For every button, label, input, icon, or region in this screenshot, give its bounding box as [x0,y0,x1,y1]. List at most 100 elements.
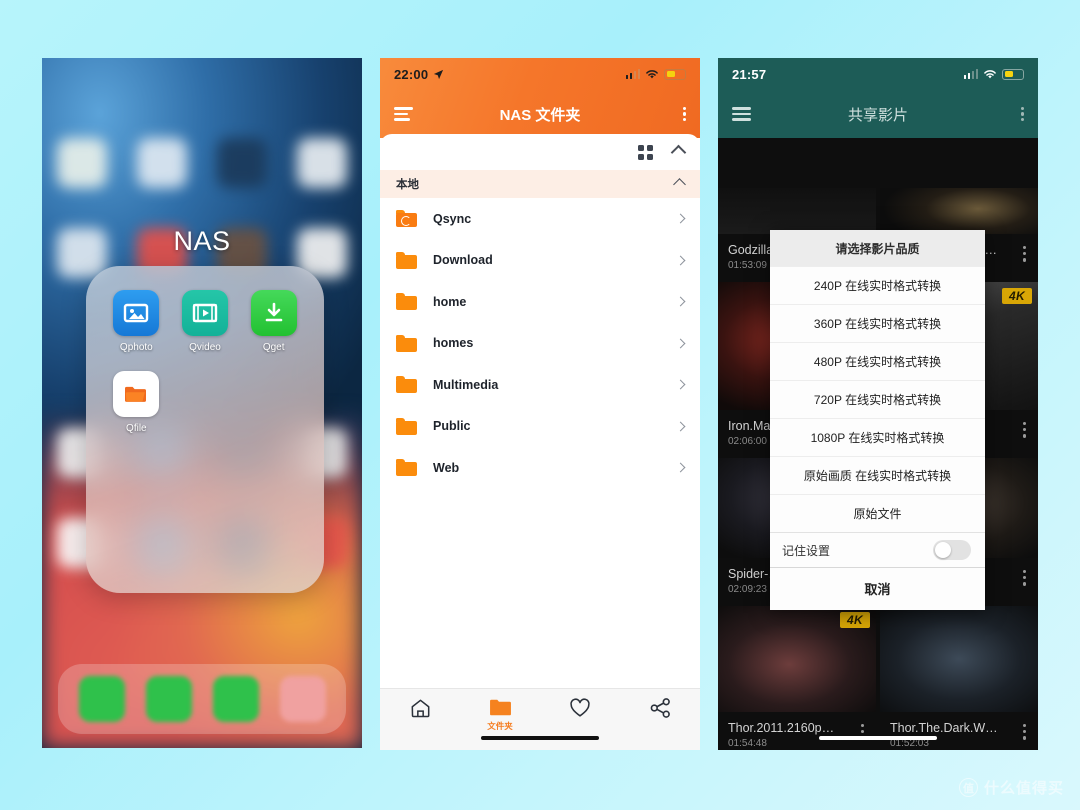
folder-name: home [433,294,467,309]
folder-icon [396,293,417,311]
folder-name: Multimedia [433,377,499,392]
folder-name: homes [433,336,474,351]
home-indicator [481,735,599,740]
video-card[interactable]: 4K Thor.2011.2160p… 01:54:48 [718,606,876,750]
app-qget[interactable]: Qget [239,290,308,353]
home-icon [411,699,429,718]
app-label: Qget [262,342,285,353]
sheet-option-original-file[interactable]: 原始文件 [770,494,985,532]
heart-icon [570,698,590,717]
folder-list: Qsync Download home homes Multimedia Pub… [380,198,700,489]
folder-icon [396,334,417,352]
folder-icon [396,376,417,394]
status-time: 22:00 [394,66,429,82]
wifi-icon [984,69,996,78]
phone-qvideo: 21:57 共享影片 Godzilla.vs.Kong… 01:53:09 [718,58,1038,750]
music-app-icon[interactable] [279,676,326,722]
app-label: Qvideo [189,342,221,353]
photo-icon [113,290,160,336]
app-bar: NAS 文件夹 [380,90,700,138]
more-vertical-icon[interactable] [1020,106,1024,122]
sheet-title: 请选择影片品质 [770,230,985,266]
battery-icon [664,68,686,80]
remember-setting-toggle[interactable] [933,540,971,560]
sheet-option-360p[interactable]: 360P 在线实时格式转换 [770,304,985,342]
chevron-right-icon [675,255,686,266]
app-grid: Qphoto Qvideo Qget Qfile [86,290,324,434]
wechat-app-icon[interactable] [212,676,259,722]
sheet-option-720p[interactable]: 720P 在线实时格式转换 [770,380,985,418]
more-vertical-icon[interactable] [1017,721,1030,740]
tab-label: 文件夹 [487,721,513,731]
more-vertical-icon[interactable] [1017,419,1030,438]
app-bar: 共享影片 [718,90,1038,138]
app-label: Qphoto [119,342,153,353]
folder-name: Qsync [433,211,472,226]
tab-home[interactable] [380,698,460,721]
watermark: 值 什么值得买 [958,777,1064,798]
quality-action-sheet: 请选择影片品质 240P 在线实时格式转换 360P 在线实时格式转换 480P… [770,230,985,610]
tab-favorites[interactable] [540,698,620,721]
film-icon [181,290,228,336]
watermark-text: 什么值得买 [983,780,1064,797]
app-qphoto[interactable]: Qphoto [102,290,171,353]
more-vertical-icon[interactable] [682,106,686,122]
list-item[interactable]: Public [380,406,700,448]
more-vertical-icon[interactable] [1017,567,1030,586]
home-indicator [819,735,937,740]
remember-setting-row[interactable]: 记住设置 [770,532,985,567]
grid-view-icon[interactable] [638,144,653,160]
list-item[interactable]: Multimedia [380,364,700,406]
app-qvideo[interactable]: Qvideo [171,290,240,353]
location-arrow-icon [434,69,444,79]
sheet-option-240p[interactable]: 240P 在线实时格式转换 [770,266,985,304]
folder-name: Public [433,419,471,434]
more-vertical-icon[interactable] [1017,243,1030,262]
video-thumbnail [880,606,1038,712]
folder-name: Download [433,253,493,268]
chevron-up-icon[interactable] [670,144,687,160]
cellular-icon [963,69,978,79]
wifi-icon [646,69,658,78]
qsync-folder-icon [396,210,417,228]
cancel-button[interactable]: 取消 [770,567,985,610]
blurred-app-row-1 [42,138,362,188]
video-card[interactable]: Thor.The.Dark.W… 01:52:03 [880,606,1038,750]
tab-share[interactable] [620,698,700,721]
list-item[interactable]: Qsync [380,198,700,240]
tab-folders[interactable]: 文件夹 [460,698,540,732]
remember-setting-label: 记住设置 [782,543,831,558]
app-folder-panel[interactable]: Qphoto Qvideo Qget Qfile [86,266,324,593]
list-item[interactable]: homes [380,323,700,365]
section-label: 本地 [396,179,419,191]
folder-icon [489,699,511,716]
folder-name: Web [433,460,460,475]
list-item[interactable]: Web [380,447,700,489]
messages-app-icon[interactable] [145,676,192,722]
bottom-tab-bar: 文件夹 [380,688,700,750]
battery-icon [1002,68,1024,80]
app-label: Qfile [126,423,147,434]
folder-icon [396,417,417,435]
folder-icon [113,371,160,417]
phone-app-icon[interactable] [78,676,125,722]
hamburger-icon[interactable] [732,107,751,121]
watermark-badge-icon: 值 [958,778,978,797]
chevron-right-icon [675,462,686,473]
sheet-option-1080p[interactable]: 1080P 在线实时格式转换 [770,418,985,456]
app-qfile[interactable]: Qfile [102,371,171,434]
sheet-option-480p[interactable]: 480P 在线实时格式转换 [770,342,985,380]
hamburger-icon[interactable] [394,107,413,121]
video-thumbnail: 4K [718,606,876,712]
video-title: Thor.The.Dark.W… [890,721,998,735]
chevron-right-icon [675,379,686,390]
phone-qfile: 22:00 NAS 文件夹 本地 Qsync Download home hom… [380,58,700,750]
view-toolbar [380,134,700,170]
share-icon [650,698,670,718]
section-header-local[interactable]: 本地 [380,170,700,198]
chevron-up-icon[interactable] [673,177,686,191]
sheet-option-original-quality[interactable]: 原始画质 在线实时格式转换 [770,456,985,494]
status-bar: 21:57 [718,58,1038,90]
list-item[interactable]: Download [380,240,700,282]
list-item[interactable]: home [380,281,700,323]
